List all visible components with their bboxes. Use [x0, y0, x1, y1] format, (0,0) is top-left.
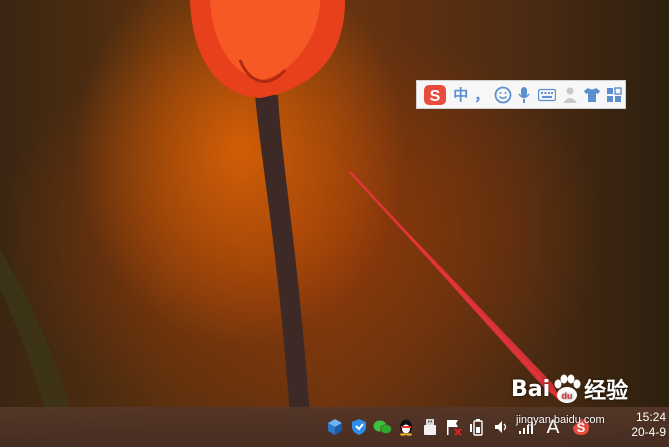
tray-action-center[interactable]: [444, 416, 464, 438]
toolbox-grid-icon: [607, 86, 622, 102]
skin-button[interactable]: [581, 84, 603, 106]
s-logo-icon: S: [423, 84, 446, 105]
emoji-button[interactable]: [492, 84, 514, 106]
skin-shirt-icon: [584, 87, 601, 102]
tray-cube[interactable]: [325, 416, 345, 438]
flag-icon: [447, 420, 462, 436]
chinese-mode-button[interactable]: 中: [450, 84, 472, 106]
watermark-brand-tail: 经验: [584, 379, 629, 404]
taskbar-clock[interactable]: 15:24 20-4-9: [608, 410, 666, 440]
voice-input-button[interactable]: [514, 84, 536, 106]
taskbar: A S: [0, 407, 669, 447]
watermark-brand: Bai: [511, 376, 551, 402]
ime-toolbar: S 中 ，: [416, 80, 626, 109]
wechat-icon: [373, 420, 392, 434]
soft-keyboard-button[interactable]: [535, 84, 559, 106]
cube-icon: [328, 419, 342, 435]
toolbox-button[interactable]: [603, 84, 625, 106]
emoji-icon: [494, 86, 511, 103]
volume-icon: [495, 421, 507, 433]
usb-device-icon: [424, 419, 436, 435]
clock-time: 15:24: [635, 410, 666, 424]
user-account-button[interactable]: [559, 84, 581, 106]
watermark-url: jingyan.baidu.com: [516, 414, 605, 426]
microphone-icon: [518, 86, 531, 103]
user-icon: [563, 87, 578, 103]
qq-penguin-icon: [400, 419, 412, 436]
clock-date: 20-4-9: [631, 425, 666, 439]
tray-power[interactable]: [468, 416, 488, 438]
tray-qq[interactable]: [396, 416, 416, 438]
battery-icon: [470, 419, 483, 436]
svg-text:S: S: [430, 88, 441, 105]
tray-security[interactable]: [349, 416, 369, 438]
tray-wechat[interactable]: [372, 416, 392, 438]
keyboard-icon: [538, 88, 557, 101]
svg-text:du: du: [562, 391, 573, 401]
sogou-logo-button[interactable]: S: [420, 84, 450, 106]
baidu-paw-icon: du: [554, 374, 581, 403]
punctuation-button[interactable]: ，: [472, 84, 492, 106]
tray-volume[interactable]: [492, 416, 512, 438]
shield-icon: [352, 419, 366, 435]
tray-usb[interactable]: [420, 416, 440, 438]
baidu-watermark: Bai du 经验: [511, 373, 628, 405]
